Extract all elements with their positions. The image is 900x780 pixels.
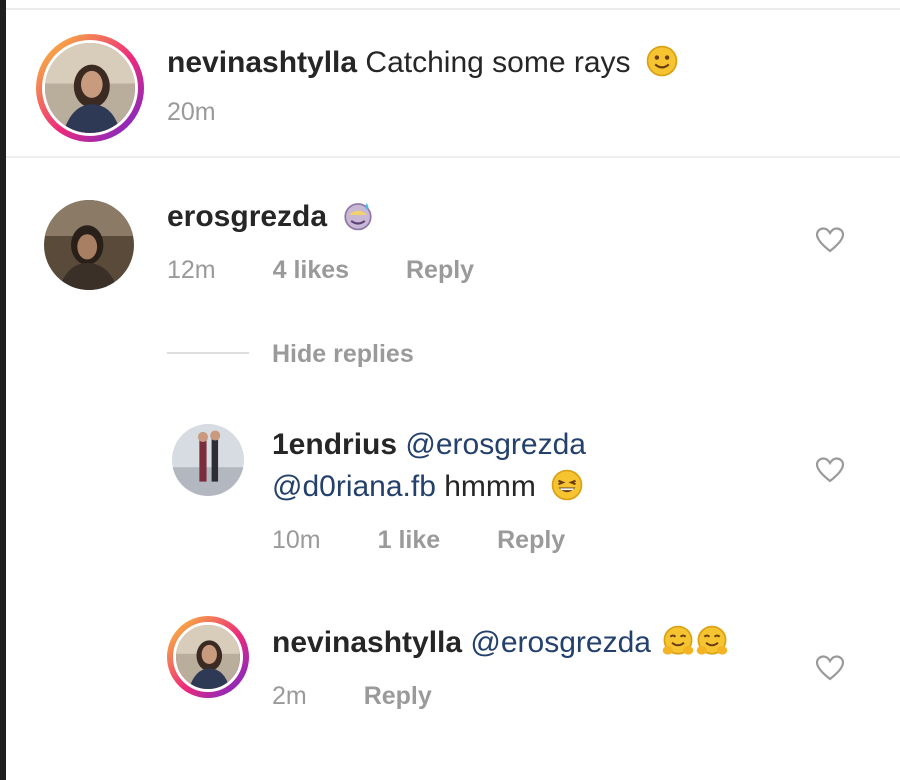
caption-line: nevinashtylla Catching some rays — [167, 44, 679, 82]
caption-text: Catching some rays — [365, 46, 631, 79]
heart-outline-icon[interactable] — [815, 456, 845, 484]
sweat-smile-face-icon — [341, 198, 375, 232]
reply-time: 2m — [272, 682, 307, 710]
grinning-squinting-face-icon — [550, 468, 584, 502]
reply-reply-button[interactable]: Reply — [497, 526, 565, 554]
reply-reply-button[interactable]: Reply — [364, 682, 432, 710]
comment-avatar[interactable] — [44, 200, 134, 290]
comment-meta: 12m 4 likes Reply — [167, 256, 524, 285]
comment-reply-button[interactable]: Reply — [406, 256, 474, 284]
reply-text: hmmm — [444, 470, 536, 503]
avatar-photo — [44, 200, 134, 290]
reply-username[interactable]: nevinashtylla — [272, 626, 462, 659]
mention-link[interactable]: @erosgrezda — [405, 428, 586, 461]
heart-outline-icon[interactable] — [815, 654, 845, 682]
hide-replies-button[interactable]: Hide replies — [272, 340, 414, 369]
reply-avatar[interactable] — [167, 616, 249, 698]
reply-line: nevinashtylla @erosgrezda — [272, 624, 729, 662]
comment-username[interactable]: erosgrezda — [167, 200, 327, 233]
heart-outline-icon[interactable] — [815, 226, 845, 254]
reply-avatar[interactable] — [172, 424, 244, 496]
avatar-photo — [172, 424, 244, 496]
avatar-photo — [173, 622, 243, 692]
reply-username[interactable]: 1endrius — [272, 428, 397, 461]
top-divider — [6, 8, 900, 10]
mention-link[interactable]: @d0riana.fb — [272, 470, 436, 503]
caption-username[interactable]: nevinashtylla — [167, 46, 357, 79]
caption-divider — [6, 156, 900, 158]
comment-time: 12m — [167, 256, 216, 284]
comment-likes-count[interactable]: 4 likes — [273, 256, 349, 284]
caption-time: 20m — [167, 98, 216, 126]
reply-line-1: 1endrius @erosgrezda — [272, 426, 586, 464]
hide-replies-rule — [167, 352, 249, 354]
mention-link[interactable]: @erosgrezda — [470, 626, 651, 659]
caption-meta: 20m — [167, 98, 266, 127]
slightly-smiling-face-icon — [645, 44, 679, 78]
caption-avatar[interactable] — [36, 34, 144, 142]
window-left-edge — [0, 0, 6, 780]
hugging-face-icon — [661, 624, 695, 658]
comment-line: erosgrezda — [167, 198, 375, 236]
reply-likes-count[interactable]: 1 like — [378, 526, 441, 554]
reply-meta: 10m 1 like Reply — [272, 526, 615, 555]
hugging-face-icon — [695, 624, 729, 658]
reply-meta: 2m Reply — [272, 682, 482, 711]
reply-time: 10m — [272, 526, 321, 554]
reply-line-2: @d0riana.fb hmmm — [272, 468, 584, 506]
avatar-photo — [42, 40, 138, 136]
